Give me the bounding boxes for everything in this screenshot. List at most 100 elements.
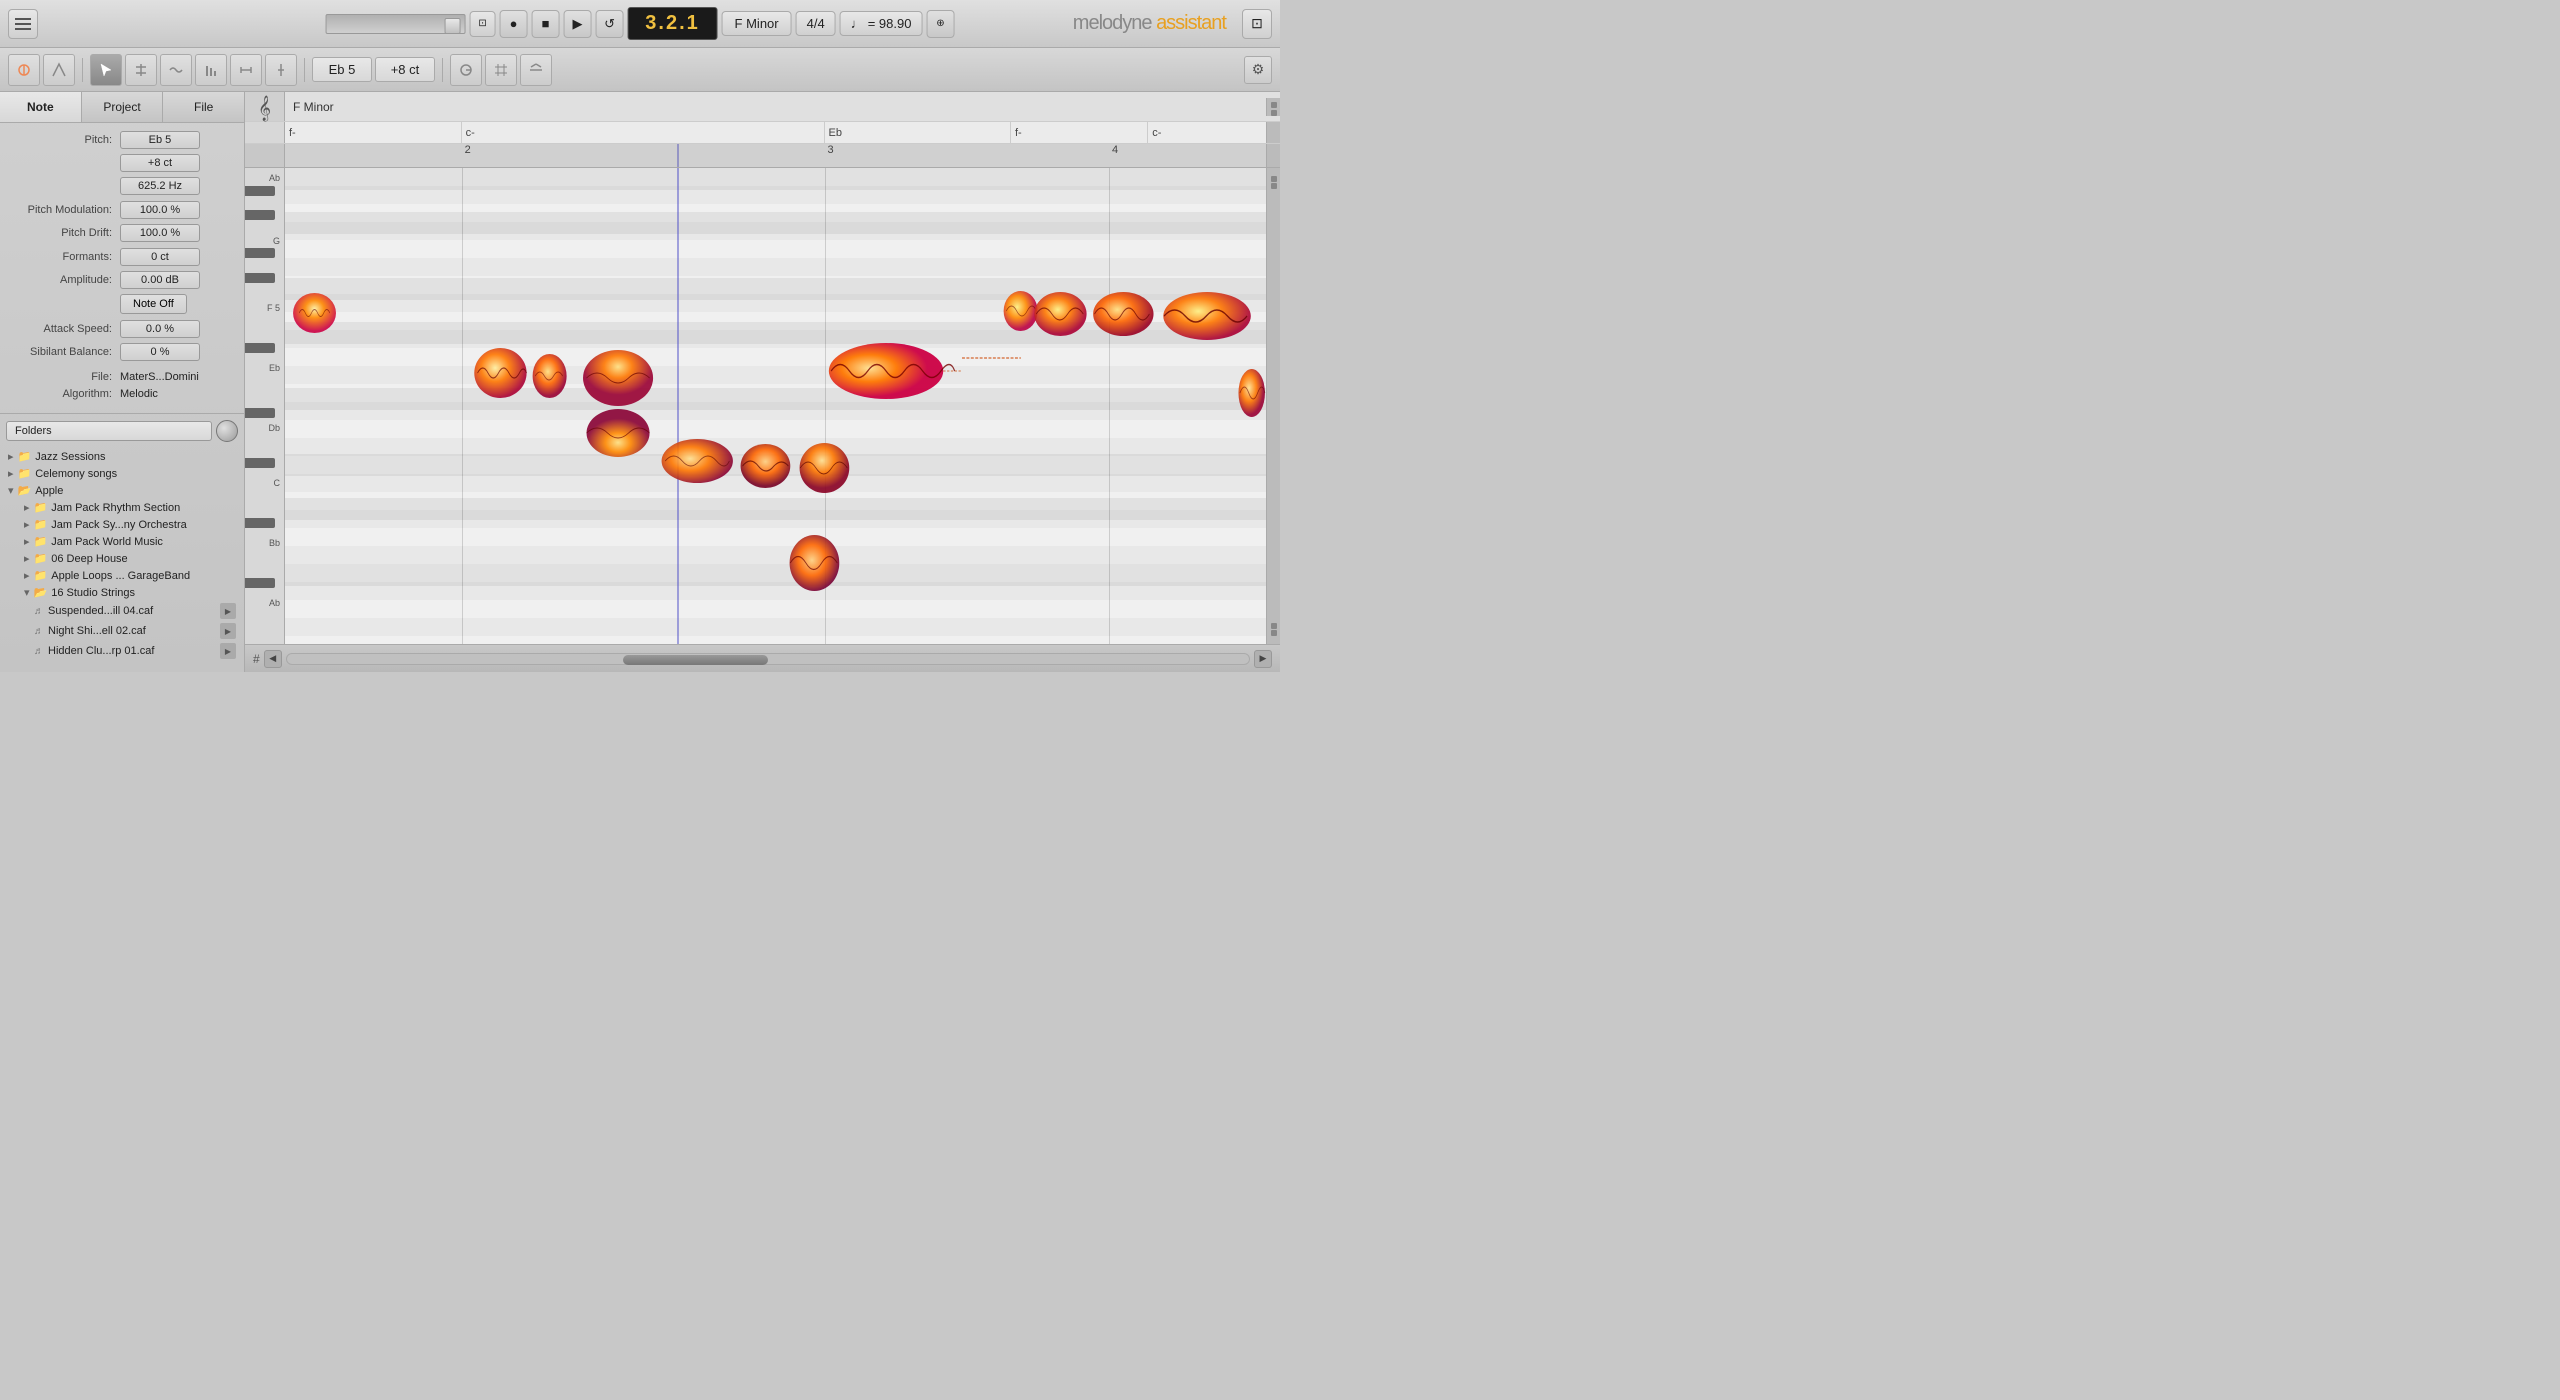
note-blob-10[interactable] xyxy=(962,351,1021,365)
toolbar: Eb 5 +8 ct ⚙ xyxy=(0,48,1280,92)
note-off-button[interactable]: Note Off xyxy=(120,294,187,314)
note-blob-14[interactable] xyxy=(1158,286,1256,346)
edge-dot xyxy=(1271,623,1277,629)
black-key xyxy=(245,248,275,258)
note-blob-6[interactable] xyxy=(736,438,795,493)
file-play-button-0[interactable]: ▶ xyxy=(220,603,236,619)
note-blob-12[interactable] xyxy=(1031,286,1090,341)
scroll-left-button[interactable]: ◀ xyxy=(264,650,282,668)
zoom-button[interactable] xyxy=(520,54,552,86)
cents-value[interactable]: +8 ct xyxy=(120,154,200,172)
amplitude-label: Amplitude: xyxy=(10,274,120,286)
smart-tool-button[interactable] xyxy=(8,54,40,86)
folder-deep-house[interactable]: 📁 06 Deep House xyxy=(6,550,238,567)
stop-button[interactable]: ■ xyxy=(532,10,560,38)
scroll-right-button[interactable]: ▶ xyxy=(1254,650,1272,668)
folders-dropdown[interactable]: Folders xyxy=(6,421,212,441)
tab-note[interactable]: Note xyxy=(0,92,82,122)
beat-marker-3: 3 xyxy=(825,144,834,156)
folder-garageband[interactable]: 📁 Apple Loops ... GarageBand xyxy=(6,567,238,584)
play-button[interactable]: ▶ xyxy=(564,10,592,38)
beat-marker-2: 2 xyxy=(462,144,471,156)
sibilant-label: Sibilant Balance: xyxy=(10,346,120,358)
pitch-modulation-button[interactable] xyxy=(160,54,192,86)
amplitude-button[interactable] xyxy=(265,54,297,86)
time-stretch-button[interactable] xyxy=(230,54,262,86)
time-sig-display[interactable]: 4/4 xyxy=(796,11,836,36)
folder-expand-icon xyxy=(24,586,30,599)
file-night-shells[interactable]: ♬ Night Shi...ell 02.caf ▶ xyxy=(6,621,238,641)
file-suspended[interactable]: ♬ Suspended...ill 04.caf ▶ xyxy=(6,601,238,621)
note-grid[interactable] xyxy=(285,168,1266,644)
note-blob-13[interactable] xyxy=(1089,286,1158,341)
loop-button[interactable]: ↺ xyxy=(596,10,624,38)
folder-expand-icon xyxy=(8,484,14,497)
tempo-slider[interactable] xyxy=(326,14,466,34)
folder-tree[interactable]: 📁 Jazz Sessions 📁 Celemony songs 📂 Apple xyxy=(6,448,238,668)
folder-studio-strings[interactable]: 📂 16 Studio Strings xyxy=(6,584,238,601)
formant-button[interactable] xyxy=(195,54,227,86)
pitch-drift-value[interactable]: 100.0 % xyxy=(120,224,200,242)
note-blob-15[interactable] xyxy=(1237,363,1266,423)
browser-knob[interactable] xyxy=(216,420,238,442)
file-hidden-clue[interactable]: ♬ Hidden Clu...rp 01.caf ▶ xyxy=(6,641,238,661)
folder-jazz-sessions[interactable]: 📁 Jazz Sessions xyxy=(6,448,238,465)
tab-project[interactable]: Project xyxy=(82,92,164,122)
snap-button[interactable] xyxy=(450,54,482,86)
record-button[interactable]: ● xyxy=(500,10,528,38)
time-ruler[interactable]: 2 3 4 xyxy=(245,144,1280,168)
note-blob-1[interactable] xyxy=(290,288,339,338)
chord-f-minor-2: f- xyxy=(1011,122,1148,143)
cents-param-row: +8 ct xyxy=(10,154,234,172)
pitch-tool-button[interactable] xyxy=(43,54,75,86)
pitch-mod-value[interactable]: 100.0 % xyxy=(120,201,200,219)
top-bar: ⊡ ● ■ ▶ ↺ 3.2.1 F Minor 4/4 ♩ = 98.90 ⊕ … xyxy=(0,0,1280,48)
window-controls[interactable]: ⊡ xyxy=(1242,9,1272,39)
sibilant-value[interactable]: 0 % xyxy=(120,343,200,361)
pitch-value[interactable]: Eb 5 xyxy=(120,131,200,149)
pitch-param-row: Pitch: Eb 5 xyxy=(10,131,234,149)
ruler-content: 2 3 4 xyxy=(285,144,1266,167)
pitch-quantize-button[interactable] xyxy=(125,54,157,86)
folder-symphony[interactable]: 📁 Jam Pack Sy...ny Orchestra xyxy=(6,516,238,533)
toolbar-separator-2 xyxy=(304,58,305,82)
select-tool-button[interactable] xyxy=(90,54,122,86)
scroll-thumb[interactable] xyxy=(623,655,767,665)
bg-row-b xyxy=(285,388,1266,410)
edge-dot xyxy=(1271,630,1277,636)
freq-value[interactable]: 625.2 Hz xyxy=(120,177,200,195)
folder-celemony[interactable]: 📁 Celemony songs xyxy=(6,465,238,482)
black-key xyxy=(245,273,275,283)
sidebar-toggle-button[interactable] xyxy=(8,9,38,39)
note-blob-7[interactable] xyxy=(795,438,854,503)
folder-expand-icon xyxy=(24,535,30,548)
amplitude-value[interactable]: 0.00 dB xyxy=(120,271,200,289)
attack-value[interactable]: 0.0 % xyxy=(120,320,200,338)
note-blob-3[interactable] xyxy=(530,348,569,403)
horizontal-scrollbar[interactable] xyxy=(286,653,1250,665)
file-play-button-2[interactable]: ▶ xyxy=(220,643,236,659)
formants-value[interactable]: 0 ct xyxy=(120,248,200,266)
note-blob-2[interactable] xyxy=(471,343,530,403)
note-blob-5[interactable] xyxy=(658,433,736,488)
grid-button[interactable] xyxy=(485,54,517,86)
folder-expand-icon xyxy=(24,518,30,531)
piano-key-bb: Bb xyxy=(269,538,280,548)
folder-world-music[interactable]: 📁 Jam Pack World Music xyxy=(6,533,238,550)
attack-row: Attack Speed: 0.0 % xyxy=(10,320,234,338)
metronome-button[interactable]: ⊕ xyxy=(926,10,954,38)
note-blob-8[interactable] xyxy=(785,528,844,598)
settings-button[interactable]: ⚙ xyxy=(1244,56,1272,84)
tab-file[interactable]: File xyxy=(163,92,244,122)
note-blob-4[interactable] xyxy=(569,343,667,463)
note-blob-9[interactable] xyxy=(825,336,962,406)
piano-key-c: C xyxy=(274,478,281,488)
stop-at-end-button[interactable]: ⊡ xyxy=(470,11,496,37)
key-display[interactable]: F Minor xyxy=(722,11,792,36)
file-play-button-1[interactable]: ▶ xyxy=(220,623,236,639)
toolbar-separator-3 xyxy=(442,58,443,82)
tempo-display[interactable]: ♩ = 98.90 xyxy=(840,11,923,36)
folder-rhythm-section[interactable]: 📁 Jam Pack Rhythm Section xyxy=(6,499,238,516)
beat-marker-4: 4 xyxy=(1109,144,1118,156)
folder-apple[interactable]: 📂 Apple xyxy=(6,482,238,499)
